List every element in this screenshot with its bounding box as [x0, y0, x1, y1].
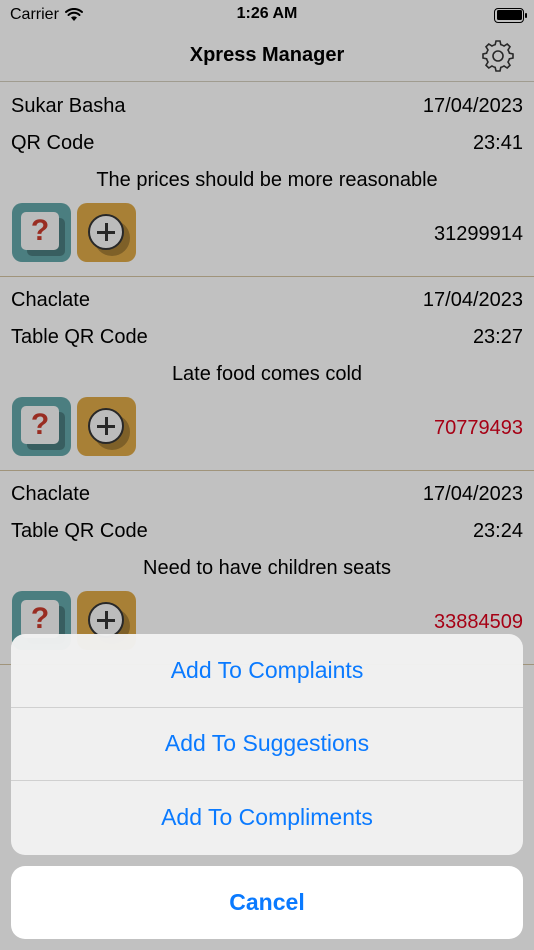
add-to-compliments-button[interactable]: Add To Compliments: [11, 781, 523, 855]
add-to-suggestions-button[interactable]: Add To Suggestions: [11, 708, 523, 782]
action-sheet: Add To Complaints Add To Suggestions Add…: [11, 634, 523, 855]
add-to-complaints-button[interactable]: Add To Complaints: [11, 634, 523, 708]
cancel-button[interactable]: Cancel: [11, 866, 523, 939]
